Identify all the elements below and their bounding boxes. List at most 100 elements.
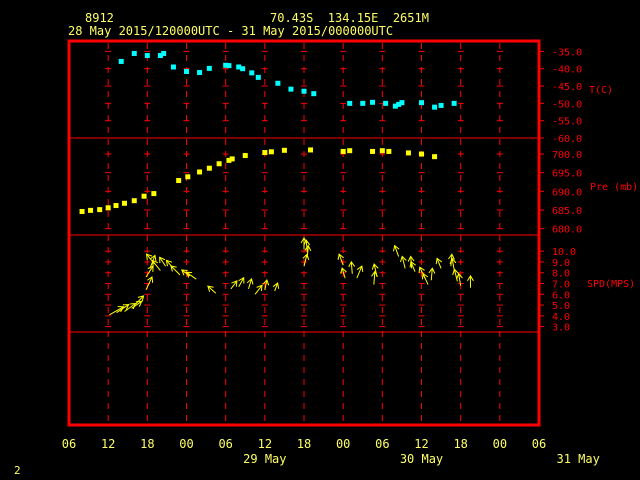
temperature-point (288, 86, 294, 92)
wind-arrow (151, 259, 161, 271)
wind-arrow (371, 263, 379, 278)
pressure-point (206, 165, 212, 171)
y-tick-label: -40.0 (552, 65, 582, 76)
y-tick-label: 695.0 (552, 169, 582, 180)
temperature-point (451, 100, 457, 106)
panel-axis-label: Pre (mb) (590, 182, 638, 193)
pressure-point (97, 207, 103, 213)
x-tick-label: 06 (375, 437, 389, 451)
pressure-point (370, 148, 376, 154)
temperature-point (383, 100, 389, 106)
pressure-point (405, 150, 411, 156)
temperature-point (399, 100, 405, 106)
pressure-point (176, 178, 182, 184)
pressure-point (281, 147, 287, 153)
temperature-point (240, 66, 246, 72)
temperature-point (432, 104, 438, 110)
x-day-label: 31 May (556, 452, 599, 466)
pressure-point (151, 191, 157, 197)
wind-arrow (159, 256, 167, 267)
temperature-point (161, 50, 167, 56)
y-tick-label: 690.0 (552, 187, 582, 198)
pressure-point (386, 148, 392, 154)
temperature-point (275, 80, 281, 86)
y-tick-label: 10.0 (552, 247, 576, 258)
wind-arrow (409, 260, 416, 272)
y-tick-label: -60.0 (552, 134, 582, 145)
wind-arrow-head (159, 256, 166, 264)
temperature-point (249, 70, 255, 76)
y-tick-label: 700.0 (552, 150, 582, 161)
temperature-point (131, 50, 137, 56)
pressure-point (197, 169, 203, 175)
wind-arrow (435, 257, 443, 269)
wind-arrow (207, 285, 217, 294)
y-tick-label: 685.0 (552, 206, 582, 217)
wind-arrow (393, 244, 400, 257)
x-tick-label: 00 (179, 437, 193, 451)
pressure-point (121, 200, 127, 206)
panel-axis-label: T(C) (589, 85, 613, 96)
wind-arrow (400, 255, 407, 269)
pressure-point (131, 198, 137, 204)
x-day-label: 30 May (400, 452, 443, 466)
x-tick-label: 18 (453, 437, 467, 451)
pressure-point (105, 205, 111, 211)
wind-arrow (238, 276, 245, 287)
y-tick-label: 3.0 (552, 323, 570, 334)
temperature-point (311, 91, 317, 97)
wind-arrow (356, 265, 364, 279)
y-tick-label: 7.0 (552, 280, 570, 291)
pressure-point (262, 150, 268, 156)
pressure-point (347, 148, 353, 154)
temperature-point (184, 68, 189, 74)
y-tick-label: 680.0 (552, 225, 582, 236)
x-day-label: 29 May (243, 452, 286, 466)
pressure-point (308, 147, 314, 153)
y-tick-label: 8.0 (552, 269, 570, 280)
y-tick-label: -45.0 (552, 82, 582, 93)
x-tick-label: 12 (101, 437, 115, 451)
y-tick-label: -50.0 (552, 99, 582, 110)
pressure-point (113, 203, 119, 209)
pressure-point (242, 153, 248, 159)
wind-arrow (428, 267, 436, 281)
pressure-point (79, 208, 85, 214)
x-tick-label: 12 (414, 437, 428, 451)
pressure-point (216, 161, 222, 167)
x-tick-label: 18 (140, 437, 154, 451)
temperature-point (206, 65, 212, 71)
pressure-point (88, 207, 94, 213)
panel-axis-label: SPD(MPS) (587, 279, 635, 290)
temperature-point (197, 70, 203, 76)
wind-arrow-head (135, 300, 143, 307)
y-tick-label: 9.0 (552, 258, 570, 269)
temperature-point (170, 64, 176, 70)
x-tick-label: 06 (532, 437, 546, 451)
wind-arrow (348, 260, 356, 274)
wind-arrow (262, 279, 270, 291)
temperature-point (226, 63, 232, 69)
pressure-point (379, 148, 385, 154)
y-tick-label: 5.0 (552, 301, 570, 312)
x-tick-label: 00 (493, 437, 507, 451)
y-tick-label: 6.0 (552, 290, 570, 301)
pressure-point (229, 156, 235, 162)
x-tick-label: 00 (336, 437, 350, 451)
temperature-point (360, 100, 366, 106)
wind-arrow (109, 306, 125, 316)
wind-arrow (246, 277, 254, 290)
y-tick-label: -55.0 (552, 117, 582, 128)
temperature-point (118, 58, 124, 64)
wind-arrow (230, 280, 238, 290)
wind-arrow (467, 274, 474, 288)
pressure-point (268, 149, 274, 155)
temperature-point (370, 99, 376, 105)
x-tick-label: 12 (258, 437, 272, 451)
y-tick-label: 4.0 (552, 312, 570, 323)
y-tick-label: -35.0 (552, 47, 582, 58)
meteogram-chart: -35.0 -40.0 -45.0 -50.0 -55.0 -60.0 680.0 685.0… (62, 39, 638, 466)
temperature-point (347, 100, 353, 106)
pressure-point (432, 154, 438, 160)
wind-arrow (272, 282, 280, 292)
